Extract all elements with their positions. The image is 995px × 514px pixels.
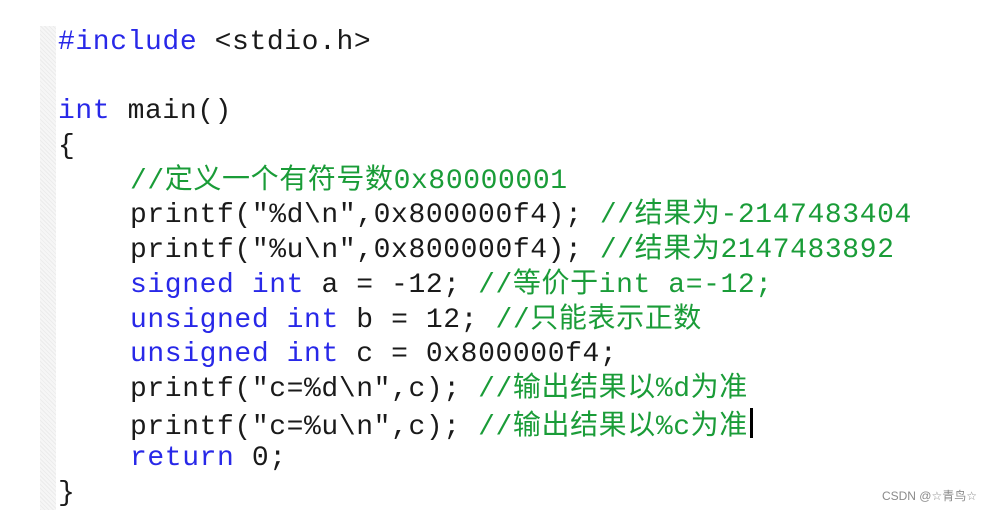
- code-area[interactable]: #include <stdio.h> int main(){//定义一个有符号数0…: [58, 26, 912, 512]
- code-token: printf("c=%u\n",c);: [130, 411, 479, 443]
- code-token: 0;: [234, 443, 287, 475]
- code-line[interactable]: }: [58, 477, 912, 512]
- preprocessor-token: #include: [58, 27, 198, 58]
- keyword-token: unsigned: [130, 339, 270, 371]
- keyword-token: return: [130, 443, 235, 475]
- code-token: b = 12;: [338, 304, 496, 336]
- comment-token: //结果为-2147483404: [599, 200, 912, 232]
- keyword-token: signed: [130, 269, 235, 301]
- code-line[interactable]: //定义一个有符号数0x80000001: [58, 165, 912, 200]
- code-token: printf("%d\n",0x800000f4);: [130, 200, 600, 232]
- code-line[interactable]: unsigned int c = 0x800000f4;: [58, 338, 912, 373]
- comment-token: //只能表示正数: [495, 304, 702, 336]
- code-token: c = 0x800000f4;: [338, 339, 618, 371]
- watermark: CSDN @☆青鸟☆: [881, 489, 977, 503]
- code-token: {: [58, 131, 76, 163]
- code-line[interactable]: return 0;: [58, 442, 912, 477]
- code-line[interactable]: signed int a = -12; //等价于int a=-12;: [58, 269, 912, 304]
- code-token: <stdio.h>: [197, 27, 372, 58]
- comment-token: //结果为2147483892: [599, 235, 895, 267]
- code-token: printf("c=%d\n",c);: [130, 373, 479, 405]
- code-token: }: [58, 477, 76, 509]
- code-line[interactable]: printf("%u\n",0x800000f4); //结果为21474838…: [58, 234, 912, 269]
- comment-token: //定义一个有符号数0x80000001: [130, 165, 568, 197]
- code-editor[interactable]: #include <stdio.h> int main(){//定义一个有符号数0…: [40, 20, 995, 512]
- keyword-token: int: [58, 96, 111, 128]
- comment-token: //输出结果以%d为准: [478, 373, 748, 405]
- code-line[interactable]: printf("c=%u\n",c); //输出结果以%c为准: [58, 407, 912, 443]
- code-line[interactable]: {: [58, 130, 912, 165]
- code-token: a = -12;: [304, 269, 479, 301]
- keyword-token: int: [251, 269, 305, 301]
- comment-token: //等价于int a=-12;: [478, 269, 773, 301]
- code-line[interactable]: printf("%d\n",0x800000f4); //结果为-2147483…: [58, 199, 912, 234]
- code-line[interactable]: unsigned int b = 12; //只能表示正数: [58, 304, 912, 339]
- code-line[interactable]: [58, 61, 912, 96]
- text-cursor: [749, 407, 753, 438]
- code-line[interactable]: #include <stdio.h>: [58, 26, 912, 61]
- editor-gutter: [40, 26, 56, 510]
- code-line[interactable]: int main(): [58, 95, 912, 130]
- keyword-token: unsigned: [130, 304, 270, 336]
- code-token: main(): [110, 96, 233, 128]
- keyword-token: int: [286, 304, 339, 336]
- code-token: printf("%u\n",0x800000f4);: [130, 235, 600, 267]
- comment-token: //输出结果以%c为准: [478, 411, 748, 443]
- keyword-token: int: [286, 339, 339, 371]
- code-line[interactable]: printf("c=%d\n",c); //输出结果以%d为准: [58, 373, 912, 408]
